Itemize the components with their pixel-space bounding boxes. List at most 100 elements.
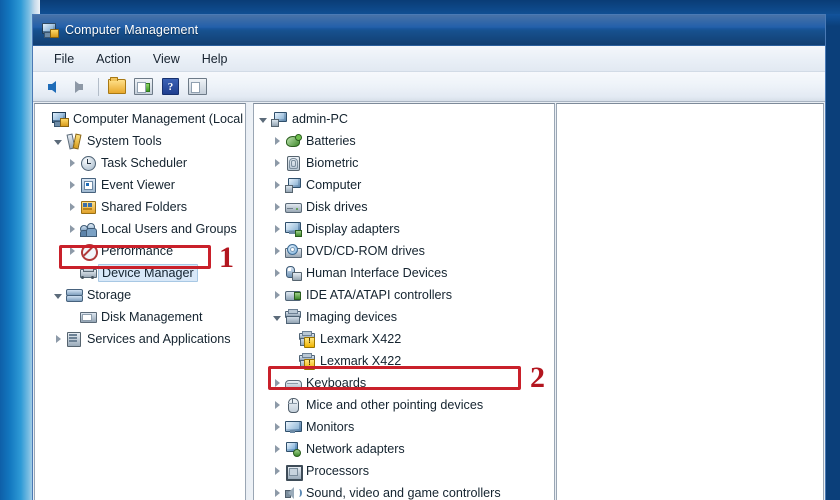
device-tree-item-row[interactable]: Disk drives <box>254 196 554 218</box>
console-tree-item-label: Shared Folders <box>101 199 187 215</box>
device-tree-item-row[interactable]: Human Interface Devices <box>254 262 554 284</box>
console-tree-pane[interactable]: Computer Management (Local System Tools Ta… <box>34 103 246 500</box>
toolbar-separator <box>98 78 99 96</box>
show-console-tree-button[interactable] <box>131 75 156 98</box>
console-tree-item-row[interactable]: Storage <box>35 284 245 306</box>
battery-icon <box>284 133 302 149</box>
menu-file[interactable]: File <box>43 50 85 68</box>
chevron-right-icon[interactable] <box>270 482 284 500</box>
aero-top-strip <box>0 0 840 14</box>
device-tree-item-row[interactable]: ! Lexmark X422 <box>254 328 554 350</box>
show-console-tree-icon <box>134 78 153 95</box>
console-tree-item-row[interactable]: Shared Folders <box>35 196 245 218</box>
console-tree-item-row[interactable]: Event Viewer <box>35 174 245 196</box>
chevron-right-icon[interactable] <box>65 218 79 240</box>
console-tree-item-row[interactable]: Task Scheduler <box>35 152 245 174</box>
chevron-down-icon[interactable] <box>51 130 65 152</box>
chevron-right-icon[interactable] <box>65 152 79 174</box>
device-tree-item-label: DVD/CD-ROM drives <box>306 243 425 259</box>
toolbar: ? <box>33 72 825 102</box>
device-tree-item-row[interactable]: Batteries <box>254 130 554 152</box>
console-tree: Computer Management (Local System Tools Ta… <box>35 104 245 350</box>
device-tree-item-row[interactable]: !Lexmark X422 <box>254 350 554 372</box>
chevron-right-icon[interactable] <box>270 262 284 284</box>
console-tree-item-row[interactable]: Disk Management <box>35 306 245 328</box>
console-tree-item-row[interactable]: Performance <box>35 240 245 262</box>
chevron-right-icon[interactable] <box>270 196 284 218</box>
biometric-icon <box>284 155 302 171</box>
console-tree-item-row[interactable]: System Tools <box>35 130 245 152</box>
device-tree-item-row[interactable]: Keyboards <box>254 372 554 394</box>
hid-icon <box>284 265 302 281</box>
device-tree-item-row[interactable]: Mice and other pointing devices <box>254 394 554 416</box>
device-tree-item-row[interactable]: Display adapters <box>254 218 554 240</box>
chevron-right-icon[interactable] <box>51 328 65 350</box>
chevron-down-icon[interactable] <box>270 306 284 328</box>
device-tree-item-label: Imaging devices <box>306 309 397 325</box>
chevron-right-icon[interactable] <box>270 152 284 174</box>
menu-action[interactable]: Action <box>85 50 142 68</box>
tree-twisty-none <box>284 350 298 372</box>
device-tree-item-row[interactable]: Biometric <box>254 152 554 174</box>
help-button[interactable]: ? <box>158 75 183 98</box>
device-tree-item-row[interactable]: Sound, video and game controllers <box>254 482 554 500</box>
chevron-right-icon[interactable] <box>270 218 284 240</box>
show-action-pane-button[interactable] <box>185 75 210 98</box>
console-tree-item-label: Services and Applications <box>87 331 231 347</box>
window-title: Computer Management <box>65 23 198 37</box>
chevron-right-icon[interactable] <box>270 130 284 152</box>
forward-button[interactable] <box>66 75 91 98</box>
up-one-level-button[interactable] <box>104 75 129 98</box>
console-tree-item-row[interactable]: Local Users and Groups <box>35 218 245 240</box>
menu-view[interactable]: View <box>142 50 191 68</box>
device-tree-item-row[interactable]: Network adapters <box>254 438 554 460</box>
disk-drive-icon <box>284 199 302 215</box>
device-tree-item-label: Batteries <box>306 133 356 149</box>
actions-pane <box>556 103 824 500</box>
chevron-right-icon[interactable] <box>270 438 284 460</box>
device-tree-item-label: Computer <box>306 177 361 193</box>
device-tree-item-label: Lexmark X422 <box>320 331 401 347</box>
warning-badge-icon: ! <box>304 337 315 348</box>
title-bar[interactable]: Computer Management <box>33 15 825 46</box>
device-tree-item-row[interactable]: Monitors <box>254 416 554 438</box>
chevron-right-icon[interactable] <box>270 372 284 394</box>
console-tree-item-label: System Tools <box>87 133 162 149</box>
device-tree-item-row[interactable]: Computer <box>254 174 554 196</box>
device-tree-item-row[interactable]: Imaging devices <box>254 306 554 328</box>
chevron-right-icon[interactable] <box>65 240 79 262</box>
chevron-right-icon[interactable] <box>270 174 284 196</box>
device-tree-item-label: Lexmark X422 <box>320 353 401 369</box>
menu-help[interactable]: Help <box>191 50 239 68</box>
chevron-right-icon[interactable] <box>270 416 284 438</box>
chevron-right-icon[interactable] <box>65 196 79 218</box>
chevron-down-icon[interactable] <box>256 108 270 130</box>
chevron-right-icon[interactable] <box>270 284 284 306</box>
device-tree-item-row[interactable]: DVD/CD-ROM drives <box>254 240 554 262</box>
keyboard-icon <box>284 375 302 391</box>
chevron-right-icon[interactable] <box>65 174 79 196</box>
disk-management-icon <box>79 309 97 325</box>
device-tree-item-row[interactable]: admin-PC <box>254 108 554 130</box>
back-button[interactable] <box>39 75 64 98</box>
back-arrow-icon <box>48 81 56 93</box>
services-icon <box>65 331 83 347</box>
chevron-right-icon[interactable] <box>270 240 284 262</box>
shared-folders-icon <box>79 199 97 215</box>
console-tree-item-row[interactable]: Device Manager <box>35 262 245 284</box>
device-manager-pane[interactable]: admin-PC Batteries Biometric Computer Disk d… <box>253 103 555 500</box>
console-tree-item-row[interactable]: Computer Management (Local <box>35 108 245 130</box>
chevron-right-icon[interactable] <box>270 394 284 416</box>
console-tree-item-row[interactable]: Services and Applications <box>35 328 245 350</box>
device-tree-item-label: Keyboards <box>306 375 366 391</box>
users-icon <box>79 221 97 237</box>
pane-splitter[interactable] <box>246 102 253 500</box>
device-tree-item-row[interactable]: IDE ATA/ATAPI controllers <box>254 284 554 306</box>
device-tree-item-row[interactable]: Processors <box>254 460 554 482</box>
ide-controller-icon <box>284 287 302 303</box>
system-tools-icon <box>65 133 83 149</box>
console-tree-item-label: Performance <box>101 243 173 259</box>
help-icon: ? <box>162 78 179 95</box>
chevron-right-icon[interactable] <box>270 460 284 482</box>
chevron-down-icon[interactable] <box>51 284 65 306</box>
